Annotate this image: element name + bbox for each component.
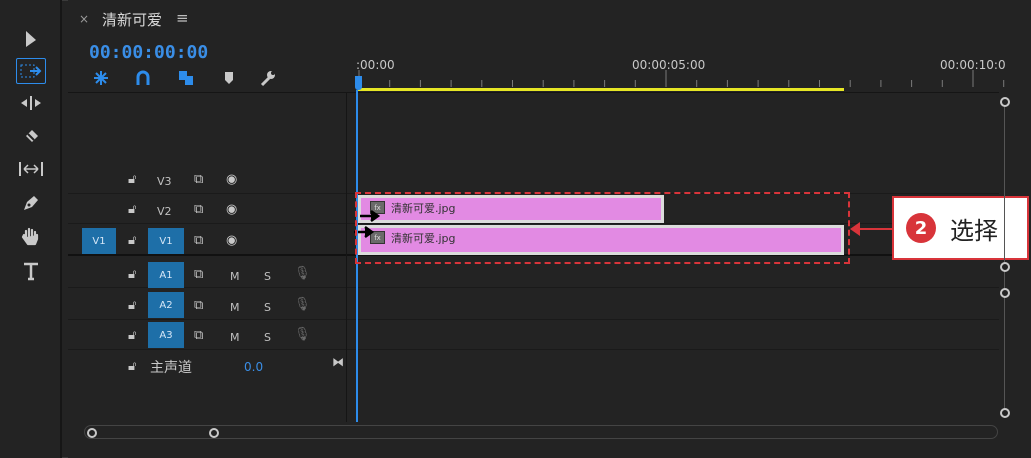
marker-icon[interactable] xyxy=(219,68,239,88)
selection-highlight xyxy=(355,192,850,264)
slip-icon xyxy=(19,162,43,176)
ripple-edit-tool[interactable] xyxy=(16,90,46,116)
ruler-label-5s: 00:00:05:00 xyxy=(632,58,706,72)
sync-lock-icon[interactable]: ⧉ xyxy=(194,202,203,217)
lock-icon[interactable]: 🔓︎ xyxy=(128,298,136,313)
tools-panel xyxy=(0,0,62,458)
ruler-divider xyxy=(68,92,999,93)
sync-lock-icon[interactable]: ⧉ xyxy=(194,267,203,282)
sync-lock-icon[interactable]: ⧉ xyxy=(194,233,203,248)
sync-lock-icon[interactable]: ⧉ xyxy=(194,298,203,313)
mute-button[interactable]: M xyxy=(230,331,240,344)
microphone-icon[interactable]: 🎙︎ xyxy=(294,327,311,342)
ripple-edit-icon xyxy=(21,96,41,110)
microphone-icon[interactable]: 🎙︎ xyxy=(294,266,311,281)
lock-icon[interactable]: 🔓︎ xyxy=(128,359,136,374)
vertical-scrollbar[interactable] xyxy=(999,92,1013,422)
solo-button[interactable]: S xyxy=(264,301,271,314)
playhead-timecode[interactable]: 00:00:00:00 xyxy=(89,42,208,63)
eye-icon[interactable]: ◉ xyxy=(226,172,237,187)
selection-tool[interactable] xyxy=(16,26,46,52)
mute-button[interactable]: M xyxy=(230,301,240,314)
lock-icon[interactable]: 🔓︎ xyxy=(128,328,136,343)
sync-lock-icon[interactable]: ⧉ xyxy=(194,172,203,187)
master-track-label: 主声道 xyxy=(150,360,192,376)
lock-icon[interactable]: 🔓︎ xyxy=(128,267,136,282)
type-icon xyxy=(24,262,38,281)
scroll-knob[interactable] xyxy=(1000,97,1010,107)
header-divider xyxy=(346,92,347,422)
settings-wrench-icon[interactable] xyxy=(258,68,278,88)
scroll-knob[interactable] xyxy=(1000,408,1010,418)
add-marker-icon[interactable] xyxy=(176,68,196,88)
snap-icon[interactable] xyxy=(91,68,111,88)
panel-menu-button[interactable]: ≡ xyxy=(176,9,189,27)
tab-close-button[interactable]: × xyxy=(79,12,89,26)
track-label-v2[interactable]: V2 xyxy=(157,205,172,218)
lock-icon[interactable]: 🔓︎ xyxy=(128,202,136,217)
sequence-tab-title[interactable]: 清新可爱 xyxy=(102,9,162,30)
track-row-v3 xyxy=(68,164,999,194)
lock-icon[interactable]: 🔓︎ xyxy=(128,233,136,248)
ruler-label-0: :00:00 xyxy=(356,58,395,72)
track-label-v3[interactable]: V3 xyxy=(157,175,172,188)
master-volume-value[interactable]: 0.0 xyxy=(244,360,263,374)
track-row-a2 xyxy=(68,290,999,320)
go-to-end-icon[interactable]: ⧓ xyxy=(332,355,344,369)
eye-icon[interactable]: ◉ xyxy=(226,202,237,217)
lock-icon[interactable]: 🔓︎ xyxy=(128,172,136,187)
scroll-knob[interactable] xyxy=(209,428,219,438)
callout-arrow-icon xyxy=(850,222,860,236)
ruler-label-10s: 00:00:10:0 xyxy=(940,58,1006,72)
hand-icon xyxy=(21,227,39,246)
hand-tool[interactable] xyxy=(16,224,46,250)
horizontal-scrollbar[interactable] xyxy=(84,425,998,439)
track-select-icon xyxy=(20,64,42,78)
sync-lock-icon[interactable]: ⧉ xyxy=(194,328,203,343)
slip-tool[interactable] xyxy=(16,156,46,182)
eye-icon[interactable]: ◉ xyxy=(226,233,237,248)
track-label-a2[interactable]: A2 xyxy=(148,292,184,318)
track-row-master xyxy=(68,350,999,380)
pen-tool[interactable] xyxy=(16,190,46,216)
track-row-a3 xyxy=(68,320,999,350)
scroll-knob[interactable] xyxy=(1000,262,1010,272)
solo-button[interactable]: S xyxy=(264,331,271,344)
type-tool[interactable] xyxy=(16,258,46,284)
linked-selection-icon[interactable] xyxy=(133,68,153,88)
track-label-v1[interactable]: V1 xyxy=(148,228,184,254)
track-select-tool[interactable] xyxy=(16,58,46,84)
track-label-a1[interactable]: A1 xyxy=(148,262,184,288)
mute-button[interactable]: M xyxy=(230,270,240,283)
track-label-a3[interactable]: A3 xyxy=(148,322,184,348)
scroll-knob[interactable] xyxy=(1000,288,1010,298)
source-patch-v1[interactable]: V1 xyxy=(82,228,116,254)
callout-number: 2 xyxy=(906,213,936,243)
solo-button[interactable]: S xyxy=(264,270,271,283)
microphone-icon[interactable]: 🎙︎ xyxy=(294,297,311,312)
scroll-knob[interactable] xyxy=(87,428,97,438)
pen-icon xyxy=(24,196,38,210)
razor-icon xyxy=(26,130,38,142)
work-area-bar[interactable] xyxy=(358,88,844,91)
callout-text: 选择 xyxy=(950,217,998,245)
playhead-handle[interactable] xyxy=(355,76,362,90)
razor-tool[interactable] xyxy=(16,122,46,148)
arrow-icon xyxy=(26,31,36,47)
callout-line xyxy=(858,228,892,230)
